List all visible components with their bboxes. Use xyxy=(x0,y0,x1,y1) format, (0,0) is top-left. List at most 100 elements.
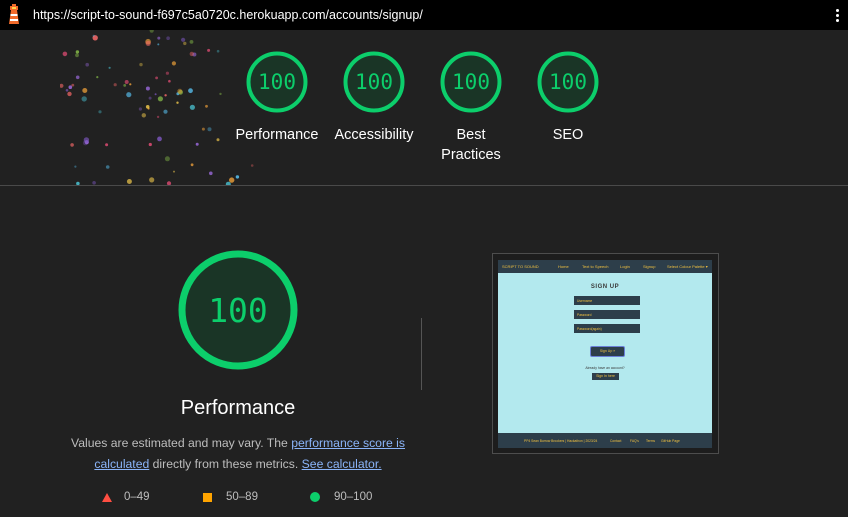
confetti-dot xyxy=(195,142,199,146)
confetti-dot xyxy=(164,94,167,97)
screenshot-footer-item: Contact xyxy=(610,439,622,443)
screenshot-footer-item: Terms xyxy=(646,439,655,443)
legend-pass: 90–100 xyxy=(310,491,372,503)
legend-average: 50–89 xyxy=(203,491,258,503)
score-label: Performance xyxy=(235,127,319,143)
confetti-dot xyxy=(148,96,152,100)
score-value: 100 xyxy=(258,70,296,94)
confetti-dot xyxy=(177,88,183,94)
legend-pass-label: 90–100 xyxy=(334,491,373,503)
screenshot-footer-item: GitHub Page xyxy=(661,439,680,443)
confetti-dot xyxy=(157,136,162,142)
confetti-dot xyxy=(98,110,102,114)
screenshot-footer-item: PP4 Sean Burrow Brookers | Hackathon | 2… xyxy=(524,439,598,443)
see-calculator-link[interactable]: See calculator. xyxy=(302,457,382,471)
confetti-dot xyxy=(173,170,175,173)
confetti-dot xyxy=(68,85,73,89)
screenshot-nav-item: Signup xyxy=(643,264,656,269)
score-gauge-seo[interactable]: 100 xyxy=(536,50,600,114)
confetti-dot xyxy=(65,89,69,92)
section-divider xyxy=(0,185,848,186)
confetti-dot xyxy=(145,40,151,46)
confetti-dot xyxy=(229,177,235,183)
confetti-dot xyxy=(219,92,222,96)
screenshot-nav-item: Text to Speech xyxy=(582,264,609,269)
confetti-dot xyxy=(85,62,89,67)
confetti-dot xyxy=(157,36,161,40)
confetti-dot xyxy=(138,107,142,111)
confetti-dot xyxy=(176,101,179,104)
score-value: 100 xyxy=(452,70,490,94)
confetti-dot xyxy=(113,83,117,87)
confetti-dot xyxy=(201,127,205,131)
screenshot-nav-item: Home xyxy=(558,264,569,269)
score-value: 100 xyxy=(355,70,393,94)
browser-bar: https://script-to-sound-f697c5a0720c.her… xyxy=(0,0,848,30)
confetti-dot xyxy=(155,76,158,80)
score-gauge-accessibility[interactable]: 100 xyxy=(342,50,406,114)
confetti-dot xyxy=(129,83,132,86)
legend-average-label: 50–89 xyxy=(226,491,258,503)
confetti-dot xyxy=(148,142,152,147)
confetti-dot xyxy=(149,177,155,183)
screenshot-already-text: Already have an account? xyxy=(585,366,625,370)
confetti-dot xyxy=(157,43,160,46)
confetti-dot xyxy=(139,62,143,67)
desc-text-1: Values are estimated and may vary. The xyxy=(71,436,292,450)
confetti-dot xyxy=(108,66,111,69)
confetti-dot xyxy=(75,50,80,54)
confetti-dot xyxy=(163,109,168,114)
score-value: 100 xyxy=(549,70,587,94)
screenshot-signin-button: Sign In here xyxy=(592,373,619,380)
performance-gauge[interactable]: 100 xyxy=(177,249,299,371)
confetti-dot xyxy=(250,164,254,167)
pass-circle-icon xyxy=(310,492,320,502)
confetti-dot xyxy=(183,41,187,46)
vertical-divider xyxy=(421,318,422,390)
performance-title: Performance xyxy=(180,397,296,419)
lighthouse-icon xyxy=(9,4,19,24)
confetti-dot xyxy=(209,171,213,176)
fail-triangle-icon xyxy=(102,492,112,502)
confetti-dot xyxy=(207,127,212,132)
screenshot-heading: SIGN UP xyxy=(590,284,620,290)
screenshot-nav-item: Login xyxy=(620,264,630,269)
confetti-dot xyxy=(71,83,75,87)
confetti-dot xyxy=(157,96,163,102)
confetti-dot xyxy=(216,138,220,142)
confetti-dot xyxy=(75,53,79,58)
confetti-dot xyxy=(216,49,220,53)
confetti-dot xyxy=(165,71,169,75)
page-url: https://script-to-sound-f697c5a0720c.her… xyxy=(33,8,423,22)
more-options-icon[interactable] xyxy=(832,7,842,23)
confetti-dot xyxy=(149,30,154,33)
screenshot-footer-item: FAQ's xyxy=(630,439,639,443)
confetti-dot xyxy=(154,93,157,96)
confetti-dot xyxy=(166,36,170,40)
legend-fail-label: 0–49 xyxy=(124,491,150,503)
screenshot-signup-button: Sign Up » xyxy=(590,346,625,357)
performance-description: Values are estimated and may vary. The p… xyxy=(70,433,406,475)
score-label: Accessibility xyxy=(334,127,414,143)
confetti-dot xyxy=(168,79,171,83)
average-square-icon xyxy=(203,492,212,502)
confetti-dot xyxy=(145,105,150,109)
confetti-dot xyxy=(141,113,146,118)
confetti-dot xyxy=(189,40,194,44)
confetti-dot xyxy=(82,88,88,93)
confetti-dot xyxy=(124,80,129,84)
confetti-dot xyxy=(70,143,74,147)
desc-text-2: directly from these metrics. xyxy=(149,457,302,471)
final-screenshot[interactable]: SCRIPT TO SOUND Home Text to Speech Logi… xyxy=(492,253,719,454)
confetti-decoration xyxy=(60,30,254,185)
screenshot-username-field: Username xyxy=(574,296,640,305)
confetti-dot xyxy=(96,76,99,79)
score-gauge-best-practices[interactable]: 100 xyxy=(439,50,503,114)
screenshot-field-label: Username xyxy=(577,299,593,303)
confetti-dot xyxy=(181,37,186,42)
confetti-dot xyxy=(60,83,64,88)
score-label: SEO xyxy=(552,127,584,143)
score-gauge-performance[interactable]: 100 xyxy=(245,50,309,114)
confetti-dot xyxy=(188,88,193,94)
confetti-dot xyxy=(92,34,95,37)
